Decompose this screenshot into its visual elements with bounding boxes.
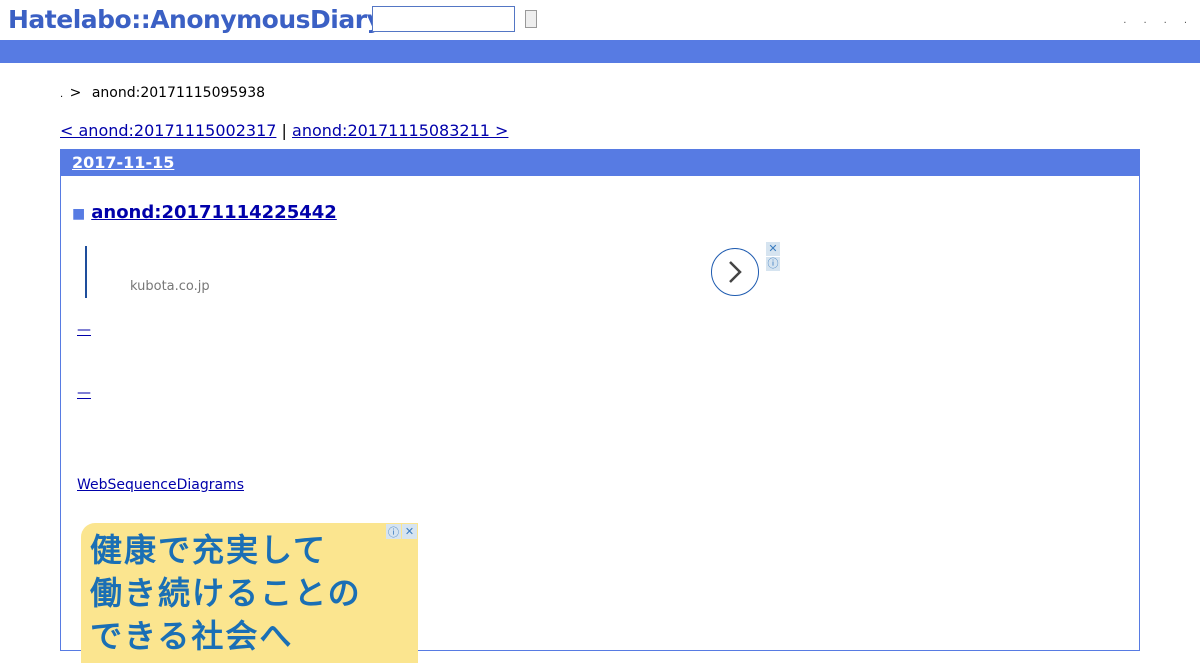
header-link-3[interactable]: . — [1164, 16, 1167, 26]
breadcrumb-current: anond:20171115095938 — [91, 85, 266, 101]
site-logo[interactable]: Hatelabo::AnonymousDiary — [8, 4, 383, 36]
prev-entry-link[interactable]: < anond:20171115002317 — [60, 121, 276, 140]
chevron-right-icon — [729, 261, 742, 283]
header-links: . . . . — [1123, 16, 1187, 26]
ad-banner-text: 健康で充実して 働き続けることの できる社会へ — [90, 531, 362, 655]
dash-link-2[interactable]: — — [77, 386, 91, 400]
entry-title: ■ anond:20171114225442 — [72, 202, 337, 225]
search-input[interactable] — [372, 6, 515, 32]
wsd-link-container: WebSequenceDiagrams — [77, 476, 244, 494]
ad-domain[interactable]: kubota.co.jp — [130, 279, 210, 295]
breadcrumb-separator: > — [69, 85, 82, 101]
pager: < anond:20171115002317 | anond:201711150… — [60, 121, 508, 141]
ad-next-button[interactable] — [711, 248, 759, 296]
pager-divider: | — [281, 121, 287, 140]
header-link-1[interactable]: . — [1123, 16, 1126, 26]
breadcrumb: . > anond:20171115095938 — [60, 84, 265, 104]
search-button[interactable] — [525, 10, 537, 28]
ad-info-icon[interactable]: ⓘ — [766, 257, 780, 271]
day-header: 2017-11-15 — [61, 150, 1139, 176]
ad-banner-close-icon[interactable]: ✕ — [402, 524, 417, 539]
ad-accent-line — [85, 246, 87, 298]
next-entry-link[interactable]: anond:20171115083211 > — [292, 121, 508, 140]
dash-link-1[interactable]: — — [77, 323, 91, 337]
entry-title-link[interactable]: anond:20171114225442 — [91, 202, 337, 223]
ad-banner-info-icon[interactable]: ⓘ — [386, 524, 401, 539]
day-date-link[interactable]: 2017-11-15 — [72, 154, 174, 172]
entry-marker-icon: ■ — [72, 206, 86, 222]
ad-banner[interactable]: 健康で充実して 働き続けることの できる社会へ ⓘ ✕ — [81, 523, 418, 663]
websequencediagrams-link[interactable]: WebSequenceDiagrams — [77, 477, 244, 493]
ad-banner-controls: ⓘ ✕ — [386, 524, 417, 539]
ad-close-icon[interactable]: ✕ — [766, 242, 780, 256]
site-header: Hatelabo::AnonymousDiary . . . . — [0, 0, 1200, 40]
header-link-4[interactable]: . — [1184, 16, 1187, 26]
day-section: 2017-11-15 ■ anond:20171114225442 kubota.… — [60, 149, 1140, 663]
header-link-2[interactable]: . — [1143, 16, 1146, 26]
header-bar — [0, 40, 1200, 63]
breadcrumb-home[interactable]: . — [60, 89, 63, 100]
ad-controls: ✕ ⓘ — [766, 242, 781, 272]
